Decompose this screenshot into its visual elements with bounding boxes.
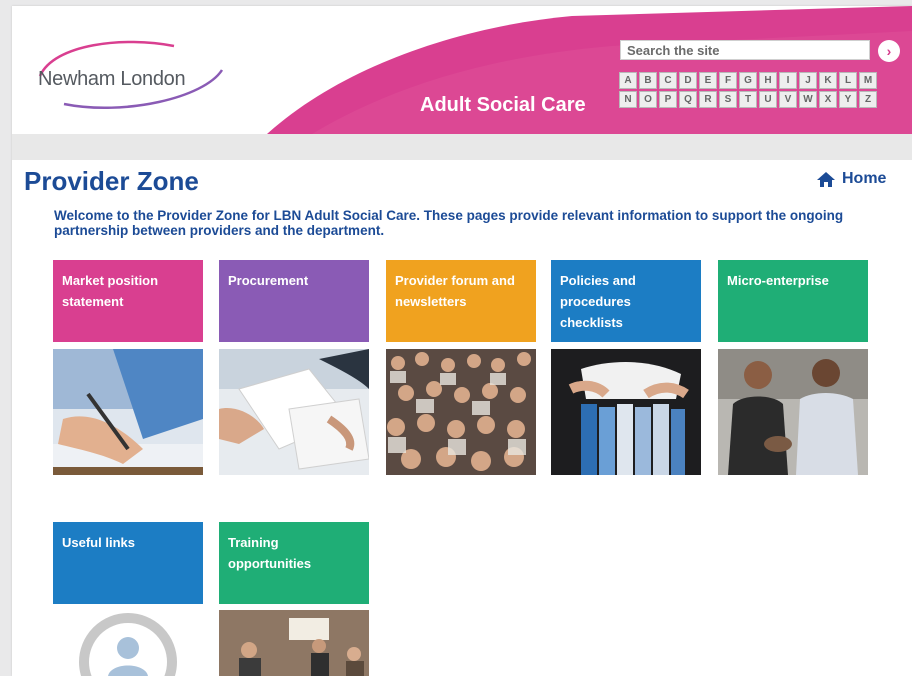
a-z-letter[interactable]: P [659,91,677,108]
a-z-letter[interactable]: Q [679,91,697,108]
home-icon [817,171,835,187]
site-header: Newham London Adult Social Care › A B C … [12,6,912,134]
home-label: Home [842,170,887,187]
section-title: Adult Social Care [420,94,586,116]
logo-text[interactable]: Newham London [38,68,186,91]
home-link[interactable]: Home [816,170,886,188]
a-z-letter[interactable]: O [639,91,657,108]
a-z-letter[interactable]: Z [859,91,877,108]
photo-meeting-papers[interactable] [219,349,369,475]
a-z-letter[interactable]: L [839,72,857,89]
tile-label: Provider forum and newsletters [395,273,515,309]
a-z-row: N O P Q R S T U V W X Y Z [619,91,877,108]
a-z-letter[interactable]: J [799,72,817,89]
a-z-letter[interactable]: X [819,91,837,108]
a-z-letter[interactable]: I [779,72,797,89]
photo-audience-crowd[interactable] [386,349,536,475]
tile-training-opportunities[interactable]: Training opportunities [219,522,369,604]
a-z-letter[interactable]: B [639,72,657,89]
a-z-index: A B C D E F G H I J K L M N O P Q R S T … [619,72,877,110]
a-z-letter[interactable]: R [699,91,717,108]
tile-provider-forum[interactable]: Provider forum and newsletters [386,260,536,342]
a-z-letter[interactable]: U [759,91,777,108]
tile-label: Policies and procedures checklists [560,273,636,330]
tile-label: Market position statement [62,273,159,309]
photo-training-room[interactable] [219,610,369,676]
intro-text: Welcome to the Provider Zone for LBN Adu… [54,208,844,238]
a-z-letter[interactable]: H [759,72,777,89]
a-z-letter[interactable]: G [739,72,757,89]
tile-market-position-statement[interactable]: Market position statement [53,260,203,342]
a-z-letter[interactable]: W [799,91,817,108]
page-title: Provider Zone [24,166,199,196]
tile-procurement[interactable]: Procurement [219,260,369,342]
a-z-letter[interactable]: E [699,72,717,89]
browser-page: Newham London Adult Social Care › A B C … [12,6,912,676]
photo-signing-document[interactable] [53,349,203,475]
tile-label: Procurement [228,273,309,288]
photo-workshop-people[interactable] [718,349,868,475]
header-divider-band [12,134,912,160]
a-z-row: A B C D E F G H I J K L M [619,72,877,89]
tile-label: Useful links [62,535,135,550]
tile-policies-procedures[interactable]: Policies and procedures checklists [551,260,701,342]
useful-links-graphic[interactable] [53,610,203,676]
a-z-letter[interactable]: V [779,91,797,108]
a-z-letter[interactable]: F [719,72,737,89]
tile-micro-enterprise[interactable]: Micro-enterprise [718,260,868,342]
a-z-letter[interactable]: T [739,91,757,108]
photo-binders[interactable] [551,349,701,475]
a-z-letter[interactable]: A [619,72,637,89]
a-z-letter[interactable]: N [619,91,637,108]
a-z-letter[interactable]: K [819,72,837,89]
tile-useful-links[interactable]: Useful links [53,522,203,604]
a-z-letter[interactable]: M [859,72,877,89]
search-input[interactable] [620,40,870,60]
search-go-button[interactable]: › [878,40,900,62]
tile-label: Micro-enterprise [727,273,829,288]
a-z-letter[interactable]: C [659,72,677,89]
tile-label: Training opportunities [228,535,312,571]
a-z-letter[interactable]: Y [839,91,857,108]
a-z-letter[interactable]: D [679,72,697,89]
a-z-letter[interactable]: S [719,91,737,108]
